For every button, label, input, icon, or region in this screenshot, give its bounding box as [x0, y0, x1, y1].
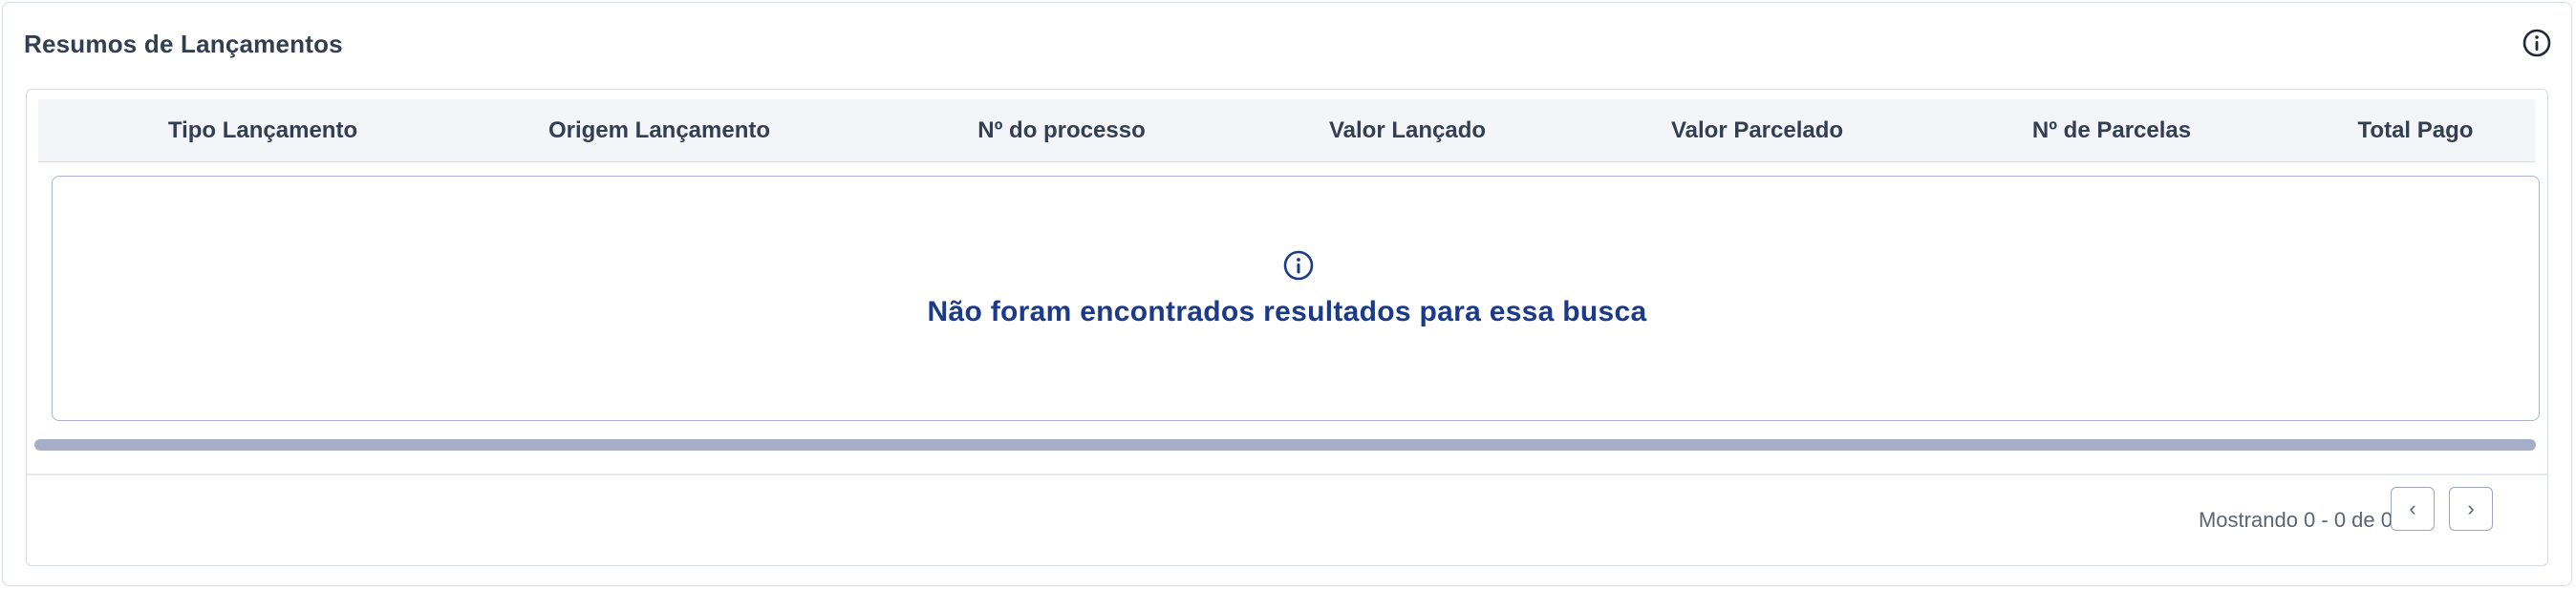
column-header-numero-parcelas[interactable]: Nº de Parcelas — [2032, 99, 2191, 162]
info-icon[interactable] — [2522, 28, 2552, 58]
horizontal-scrollbar[interactable] — [34, 439, 2536, 451]
launch-summary-table: Tipo Lançamento Origem Lançamento Nº do … — [26, 89, 2548, 566]
column-header-total-pago[interactable]: Total Pago — [2358, 99, 2474, 162]
empty-state-message: Não foram encontrados resultados para es… — [927, 296, 1647, 327]
column-header-origem-lancamento[interactable]: Origem Lançamento — [548, 99, 770, 162]
column-header-tipo-lancamento[interactable]: Tipo Lançamento — [168, 99, 357, 162]
chevron-right-icon: › — [2467, 496, 2475, 520]
footer-divider — [27, 474, 2547, 475]
pagination-status: Mostrando 0 - 0 de 0 — [2198, 508, 2393, 532]
previous-page-button[interactable]: ‹ — [2391, 487, 2435, 531]
launch-summary-panel: Resumos de Lançamentos Tipo Lançamento O… — [2, 2, 2572, 586]
column-header-numero-processo[interactable]: Nº do processo — [977, 99, 1145, 162]
info-icon — [1283, 250, 1314, 281]
chevron-left-icon: ‹ — [2409, 496, 2416, 520]
column-header-valor-parcelado[interactable]: Valor Parcelado — [1671, 99, 1843, 162]
next-page-button[interactable]: › — [2449, 487, 2493, 531]
panel-title: Resumos de Lançamentos — [24, 30, 343, 58]
column-header-valor-lancado[interactable]: Valor Lançado — [1329, 99, 1486, 162]
table-header: Tipo Lançamento Origem Lançamento Nº do … — [38, 99, 2535, 162]
